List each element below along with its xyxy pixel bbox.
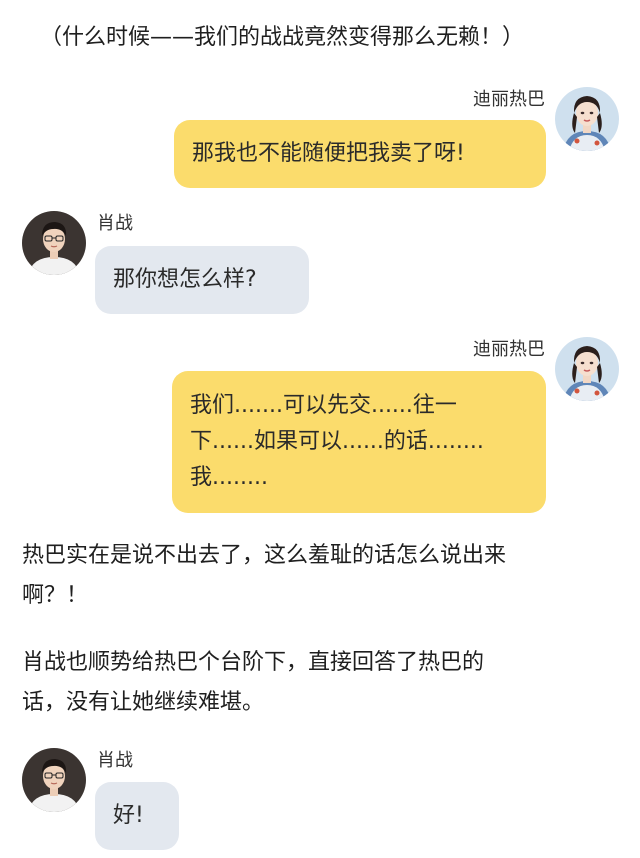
male-portrait-icon	[22, 211, 86, 275]
male-portrait-icon	[22, 748, 86, 812]
narration-paragraph-1: 热巴实在是说不出去了，这么羞耻的话怎么说出来 啊？！	[22, 536, 622, 616]
message-bubble-1: 那我也不能随便把我卖了呀!	[174, 120, 546, 188]
sender-name-dilireba: 迪丽热巴	[473, 339, 545, 360]
female-portrait-icon	[555, 337, 619, 401]
narration-line: 啊？！	[22, 583, 89, 608]
narration-line: 热巴实在是说不出去了，这么羞耻的话怎么说出来	[22, 543, 507, 568]
message-text-4: 好!	[113, 803, 144, 828]
narration-paragraph-2: 肖战也顺势给热巴个台阶下，直接回答了热巴的 话，没有让她继续难堪。	[22, 643, 622, 723]
message-text-3-line2: 下......如果可以......的话........	[190, 429, 484, 454]
sender-name-dilireba: 迪丽热巴	[473, 89, 545, 110]
narration-line: 话，没有让她继续难堪。	[22, 690, 265, 715]
message-text-1: 那我也不能随便把我卖了呀!	[192, 141, 465, 166]
dilireba-avatar[interactable]	[555, 87, 619, 151]
sender-name-xiaozhan: 肖战	[97, 750, 133, 771]
female-portrait-icon	[555, 87, 619, 151]
narration-line: 肖战也顺势给热巴个台阶下，直接回答了热巴的	[22, 650, 485, 675]
message-bubble-4: 好!	[95, 782, 179, 850]
message-bubble-2: 那你想怎么样?	[95, 246, 309, 314]
sender-name-xiaozhan: 肖战	[97, 213, 133, 234]
xiaozhan-avatar[interactable]	[22, 211, 86, 275]
message-text-2: 那你想怎么样?	[113, 267, 257, 292]
message-text-3-line3: 我........	[190, 465, 268, 490]
message-bubble-3: 我们.......可以先交......往一 下......如果可以......的…	[172, 371, 546, 513]
message-text-3-line1: 我们.......可以先交......往一	[190, 393, 457, 418]
dilireba-avatar[interactable]	[555, 337, 619, 401]
xiaozhan-avatar[interactable]	[22, 748, 86, 812]
narration-top: （什么时候——我们的战战竟然变得那么无赖！）	[40, 25, 525, 50]
